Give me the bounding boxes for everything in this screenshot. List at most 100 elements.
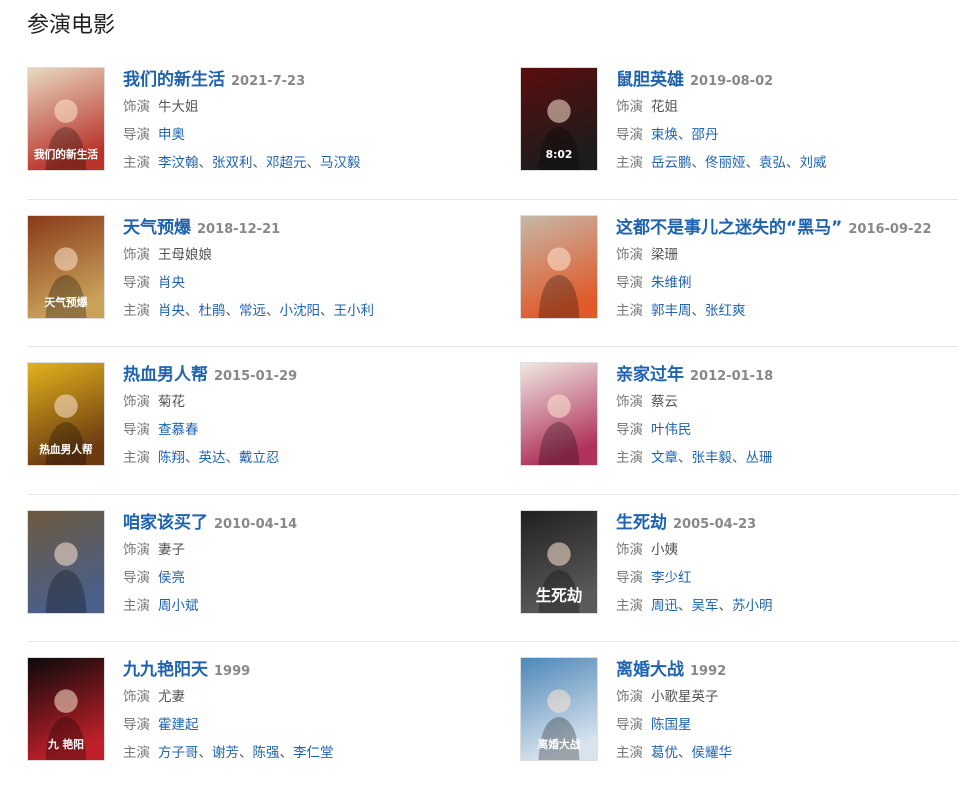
movie-card: 亲家过年 2012-01-18 饰演 蔡云 导演 叶伟民 主演 文章、张丰毅、丛珊 <box>520 362 958 466</box>
movie-title-link[interactable]: 鼠胆英雄 <box>616 70 684 90</box>
movie-poster[interactable]: 离婚大战 <box>520 657 598 761</box>
director-link[interactable]: 肖央 <box>158 275 185 291</box>
cast-member-link[interactable]: 陈翔 <box>158 450 185 466</box>
cast-separator: 、 <box>239 745 253 761</box>
movie-info: 九九艳阳天 1999 饰演 尤妻 导演 霍建起 主演 方子哥、谢芳、陈强、李仁堂 <box>123 657 497 767</box>
cast-member-link[interactable]: 袁弘 <box>759 155 786 171</box>
cast-separator: 、 <box>306 155 321 171</box>
cast-member-link[interactable]: 岳云鹏 <box>651 155 692 171</box>
cast-member-link[interactable]: 李汶翰 <box>158 155 199 171</box>
role-value: 妻子 <box>158 541 185 558</box>
director-line: 导演 申奥 <box>123 121 497 149</box>
movie-title-link[interactable]: 热血男人帮 <box>123 365 208 385</box>
cast-member-link[interactable]: 英达 <box>199 450 226 466</box>
director-link[interactable]: 李少红 <box>651 570 692 586</box>
movie-poster[interactable]: 8:02 <box>520 67 598 171</box>
cast-member-link[interactable]: 张双利 <box>212 155 253 171</box>
cast-member-link[interactable]: 张丰毅 <box>692 450 733 466</box>
cast-member-link[interactable]: 马汉毅 <box>320 155 361 171</box>
cast-member-link[interactable]: 小沈阳 <box>280 303 321 319</box>
movie-poster[interactable]: 天气预爆 <box>27 214 105 319</box>
movie-poster[interactable]: 热血男人帮 <box>27 362 105 466</box>
cast-separator: 、 <box>678 450 692 466</box>
director-link[interactable]: 申奥 <box>158 127 185 143</box>
director-label: 导演 <box>123 274 150 291</box>
cast-member-link[interactable]: 戴立忍 <box>239 450 280 466</box>
movie-info: 天气预爆 2018-12-21 饰演 王母娘娘 导演 肖央 主演 肖央、杜鹃、常远、小沈阳、王… <box>123 215 497 325</box>
movie-poster[interactable]: 九 艳阳 <box>27 657 105 761</box>
cast-member-link[interactable]: 王小利 <box>334 303 375 319</box>
director-link[interactable]: 束焕、邵丹 <box>651 127 719 143</box>
cast-separator: 、 <box>320 302 334 319</box>
director-link[interactable]: 侯亮 <box>158 570 185 586</box>
cast-member-link[interactable]: 张红爽 <box>705 303 746 319</box>
cast-member-link[interactable]: 丛珊 <box>746 450 773 466</box>
cast-member-link[interactable]: 郭丰周 <box>651 303 692 319</box>
director-link[interactable]: 查慕春 <box>158 422 199 438</box>
role-line: 饰演 妻子 <box>123 536 497 564</box>
cast-label: 主演 <box>123 745 150 761</box>
director-line: 导演 叶伟民 <box>616 416 958 444</box>
cast-member-link[interactable]: 周迅 <box>651 598 678 614</box>
movie-title-link[interactable]: 我们的新生活 <box>123 70 225 90</box>
director-link[interactable]: 陈国星 <box>651 717 692 733</box>
cast-label: 主演 <box>123 302 150 319</box>
director-line: 导演 束焕、邵丹 <box>616 121 958 149</box>
movie-poster[interactable]: 生死劫 <box>520 509 598 614</box>
movie-title-link[interactable]: 离婚大战 <box>616 660 684 680</box>
cast-separator: 、 <box>185 302 199 319</box>
cast-member-link[interactable]: 李仁堂 <box>293 745 334 761</box>
cast-separator: 、 <box>691 302 706 319</box>
cast-member-link[interactable]: 刘威 <box>800 155 827 171</box>
director-label: 导演 <box>616 569 643 586</box>
movie-poster[interactable] <box>520 362 598 466</box>
cast-member-link[interactable]: 葛优 <box>651 745 678 761</box>
movie-info: 亲家过年 2012-01-18 饰演 蔡云 导演 叶伟民 主演 文章、张丰毅、丛珊 <box>616 362 958 472</box>
cast-member-link[interactable]: 周小斌 <box>158 598 199 614</box>
cast-member-link[interactable]: 佟丽娅 <box>705 155 746 171</box>
director-link[interactable]: 叶伟民 <box>651 422 692 438</box>
director-link[interactable]: 朱维俐 <box>651 275 692 291</box>
movie-card: 咱家该买了 2010-04-14 饰演 妻子 导演 侯亮 主演 周小斌 <box>27 509 497 614</box>
role-line: 饰演 梁珊 <box>616 241 958 269</box>
movie-grid: 我们的新生活 我们的新生活 2021-7-23 饰演 牛大姐 导演 申奥 主演 李汶翰、张双利、… <box>27 67 958 805</box>
movie-poster[interactable] <box>27 509 105 614</box>
director-link[interactable]: 霍建起 <box>158 717 199 733</box>
cast-member-link[interactable]: 谢芳 <box>212 745 239 761</box>
movie-row: 我们的新生活 我们的新生活 2021-7-23 饰演 牛大姐 导演 申奥 主演 李汶翰、张双利、… <box>27 67 958 215</box>
movie-card: 我们的新生活 我们的新生活 2021-7-23 饰演 牛大姐 导演 申奥 主演 李汶翰、张双利、… <box>27 67 497 171</box>
cast-member-link[interactable]: 邓超元 <box>266 155 307 171</box>
cast-line: 主演 葛优、侯耀华 <box>616 739 958 767</box>
movie-title-link[interactable]: 生死劫 <box>616 513 667 533</box>
cast-separator: 、 <box>718 597 733 614</box>
movie-title-link[interactable]: 这都不是事儿之迷失的“黑马” <box>616 218 842 238</box>
role-value: 小歌星英子 <box>651 689 719 705</box>
movie-release-date: 1999 <box>214 664 251 679</box>
movie-poster[interactable] <box>520 214 598 319</box>
cast-separator: 、 <box>185 450 199 466</box>
director-line: 导演 李少红 <box>616 564 958 592</box>
cast-member-link[interactable]: 吴军 <box>692 598 719 614</box>
cast-line: 主演 肖央、杜鹃、常远、小沈阳、王小利 <box>123 297 497 325</box>
movie-row: 九 艳阳 九九艳阳天 1999 饰演 尤妻 导演 霍建起 主演 方子哥、谢芳、陈强、李仁堂 离婚大… <box>27 641 958 805</box>
movie-title-link[interactable]: 亲家过年 <box>616 365 684 385</box>
svg-text:生死劫: 生死劫 <box>536 586 583 605</box>
movie-title-link[interactable]: 九九艳阳天 <box>123 660 208 680</box>
cast-line: 主演 李汶翰、张双利、邓超元、马汉毅 <box>123 149 497 177</box>
cast-member-link[interactable]: 常远 <box>239 303 266 319</box>
cast-member-link[interactable]: 侯耀华 <box>692 745 733 761</box>
cast-member-link[interactable]: 苏小明 <box>732 598 773 614</box>
cast-member-link[interactable]: 文章 <box>651 450 678 466</box>
movie-title-link[interactable]: 天气预爆 <box>123 218 191 238</box>
movie-row: 热血男人帮 热血男人帮 2015-01-29 饰演 菊花 导演 查慕春 主演 陈翔、英达、戴立忍… <box>27 346 958 510</box>
cast-member-link[interactable]: 杜鹃 <box>199 303 226 319</box>
section-title: 参演电影 <box>27 13 116 38</box>
cast-member-link[interactable]: 肖央 <box>158 303 185 319</box>
movie-title-link[interactable]: 咱家该买了 <box>123 513 208 533</box>
director-label: 导演 <box>123 127 150 143</box>
movie-release-date: 2021-7-23 <box>231 74 306 89</box>
movie-poster[interactable]: 我们的新生活 <box>27 67 105 171</box>
cast-member-link[interactable]: 陈强 <box>253 745 280 761</box>
cast-line: 主演 文章、张丰毅、丛珊 <box>616 444 958 472</box>
cast-member-link[interactable]: 方子哥 <box>158 745 199 761</box>
